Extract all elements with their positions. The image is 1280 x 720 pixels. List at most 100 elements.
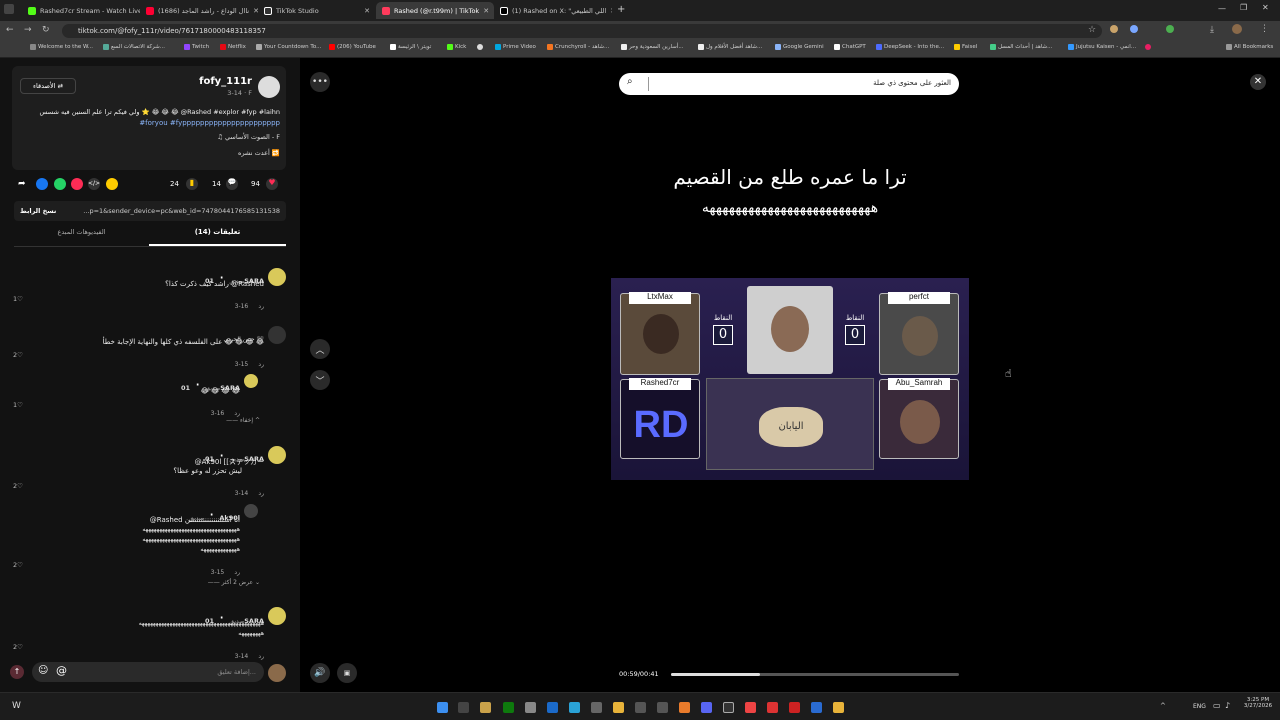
tray-chevron-icon[interactable]: ^ <box>1160 702 1166 710</box>
maximize-button[interactable]: ❐ <box>1240 3 1247 12</box>
bookmark-item[interactable]: Your Countdown To... <box>256 44 321 50</box>
bookmark-item[interactable]: Faisel <box>954 44 977 50</box>
bookmark-icon[interactable]: ▮ <box>186 178 198 190</box>
windows-start-icon[interactable] <box>437 702 448 713</box>
xbox-icon[interactable] <box>503 702 514 713</box>
bookmark-item[interactable]: Crunchyroll - شاهد... <box>547 44 609 50</box>
app-icon[interactable] <box>657 702 668 713</box>
tab-creator-videos[interactable]: الفيديوهات المبدع <box>14 228 149 236</box>
close-tab-icon[interactable]: ✕ <box>610 7 612 15</box>
tab-menu-icon[interactable] <box>4 4 14 14</box>
commenter-avatar[interactable] <box>244 374 258 388</box>
whatsapp-icon[interactable] <box>54 178 66 190</box>
emoji-share-icon[interactable] <box>106 178 118 190</box>
next-video-button[interactable]: ﹀ <box>310 370 330 390</box>
previous-video-button[interactable]: ︿ <box>310 339 330 359</box>
widget-icon[interactable]: W <box>12 701 21 711</box>
bookmark-item[interactable]: (206) YouTube <box>329 44 376 50</box>
url-input[interactable]: tiktok.com/@fofy_111r/video/761718000048… <box>62 24 1102 38</box>
app-icon[interactable] <box>547 702 558 713</box>
video-progress-bar[interactable] <box>671 673 959 676</box>
bookmark-item[interactable]: Twitch <box>184 44 209 50</box>
comment-input[interactable]: ☺ @ إضافة تعليق... <box>32 662 264 682</box>
bookmark-item[interactable] <box>1145 44 1151 50</box>
language-indicator[interactable]: ENG <box>1193 703 1206 710</box>
post-hashtags[interactable]: #foryou #fypppppppppppppppppppppp <box>20 119 280 127</box>
bookmark-item[interactable]: شاهد | أحداث المسل... <box>990 44 1052 50</box>
menu-icon[interactable]: ⋮ <box>1260 24 1269 34</box>
facebook-icon[interactable] <box>36 178 48 190</box>
tab-youtube[interactable]: ناال الوداع - راشد الماجد (1686) ✕ <box>140 2 258 19</box>
tab-x[interactable]: (1) Rashed on X: "اللي الطبيعي✕ <box>494 2 612 19</box>
bookmark-item[interactable]: Google Gemini <box>775 44 824 50</box>
post-comment-button[interactable]: ↑ <box>10 665 24 679</box>
commenter-avatar[interactable] <box>268 326 286 344</box>
mention-icon[interactable]: @ <box>56 664 67 677</box>
telegram-icon[interactable] <box>569 702 580 713</box>
author-avatar[interactable] <box>258 76 280 98</box>
comment-like[interactable]: 2♡ <box>13 561 23 569</box>
app-icon[interactable] <box>679 702 690 713</box>
extension-icon[interactable] <box>1130 25 1138 33</box>
reply-button[interactable]: رد <box>258 303 264 310</box>
app-icon[interactable] <box>833 702 844 713</box>
embed-icon[interactable]: </> <box>88 178 100 190</box>
bookmark-star-icon[interactable]: ☆ <box>1088 25 1096 35</box>
hide-replies-button[interactable]: —— إخفاء ^ <box>160 417 260 424</box>
app-icon[interactable] <box>767 702 778 713</box>
clock[interactable]: 3:25 PM 3/27/2026 <box>1240 697 1276 709</box>
tab-tiktok-studio[interactable]: TikTok Studio ✕ <box>258 2 376 19</box>
extension-icon[interactable] <box>1110 25 1118 33</box>
new-tab-button[interactable]: + <box>617 4 625 15</box>
comment-like[interactable]: 2♡ <box>13 643 23 651</box>
volume-icon[interactable]: 🔊 <box>310 663 330 683</box>
author-username[interactable]: fofy_111r <box>162 76 252 87</box>
picture-in-picture-icon[interactable]: ▣ <box>337 663 357 683</box>
commenter-avatar[interactable] <box>268 446 286 464</box>
tab-tiktok-active[interactable]: Rashed (@r.t99m) | TikTok ✕ <box>376 2 494 19</box>
search-icon[interactable] <box>458 702 469 713</box>
friends-button[interactable]: الأصدقاء ⇄ <box>20 78 76 94</box>
app-icon[interactable] <box>525 702 536 713</box>
show-more-replies-button[interactable]: —— عرض 2 أكثر ⌄ <box>160 579 260 586</box>
bookmark-item[interactable]: ChatGPT <box>834 44 866 50</box>
file-explorer-icon[interactable] <box>613 702 624 713</box>
comment-like[interactable]: 2♡ <box>13 482 23 490</box>
video-player[interactable]: ⌕ العثور على محتوى ذي صلة ترا ما عمره طل… <box>611 58 969 692</box>
discord-icon[interactable] <box>701 702 712 713</box>
bookmark-item[interactable]: Prime Video <box>495 44 536 50</box>
app-icon[interactable] <box>811 702 822 713</box>
reply-button[interactable]: رد <box>234 410 240 417</box>
share-arrow-icon[interactable]: ➦ <box>18 179 26 189</box>
music-label[interactable]: ♫ الصوت الأساسي - F <box>112 133 280 141</box>
profile-avatar[interactable] <box>1232 24 1242 34</box>
reply-button[interactable]: رد <box>258 653 264 660</box>
copy-link-button[interactable]: نسخ الرابط <box>20 207 56 215</box>
extension-icon[interactable] <box>1166 25 1174 33</box>
app-icon[interactable] <box>591 702 602 713</box>
bookmark-item[interactable]: DeepSeek - Into the... <box>876 44 944 50</box>
commenter-avatar[interactable] <box>268 268 286 286</box>
download-icon[interactable]: ⤓ <box>1210 25 1214 35</box>
all-bookmarks[interactable]: All Bookmarks <box>1226 44 1273 50</box>
reply-button[interactable]: رد <box>234 569 240 576</box>
chrome-icon[interactable] <box>745 702 756 713</box>
app-icon[interactable] <box>480 702 491 713</box>
speaker-icon[interactable]: ♪ <box>1225 701 1230 710</box>
reload-icon[interactable]: ↻ <box>42 25 50 35</box>
close-icon[interactable]: ✕ <box>1250 74 1266 90</box>
comment-like[interactable]: 2♡ <box>13 351 23 359</box>
comment-like[interactable]: 1♡ <box>13 401 23 409</box>
search-input[interactable]: ⌕ العثور على محتوى ذي صلة <box>619 73 959 95</box>
bookmark-item[interactable]: أسارين السعودية وحر... <box>621 44 684 50</box>
emoji-icon[interactable]: ☺ <box>38 665 48 676</box>
network-icon[interactable]: ▭ <box>1213 701 1221 710</box>
comment-icon[interactable]: 💬 <box>226 178 238 190</box>
bookmark-item[interactable]: Kick <box>447 44 466 50</box>
bookmark-item[interactable] <box>477 44 483 50</box>
bookmark-item[interactable]: Netflix <box>220 44 246 50</box>
app-icon[interactable] <box>789 702 800 713</box>
app-icon[interactable] <box>635 702 646 713</box>
close-tab-icon[interactable]: ✕ <box>364 7 370 15</box>
bookmark-item[interactable]: شاهد أفضل الأفلام ول... <box>698 44 762 50</box>
